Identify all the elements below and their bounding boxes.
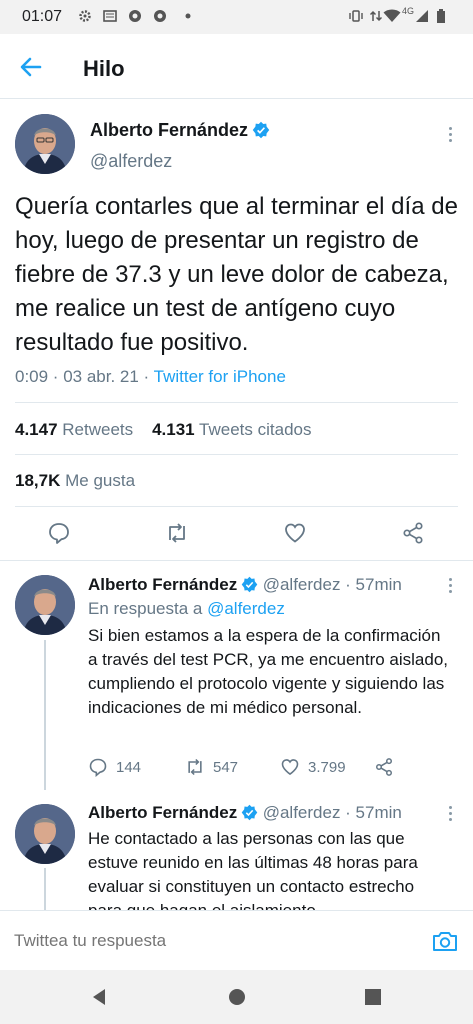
system-nav-bar — [0, 970, 473, 1024]
tweet-text: Quería contarles que al terminar el día … — [15, 193, 458, 356]
camera-icon[interactable] — [432, 929, 458, 953]
reply-bar — [0, 910, 473, 971]
author-handle: @alferdez — [90, 151, 173, 171]
reply-author-handle: @alferdez · 57min — [262, 575, 402, 594]
retweets-stat[interactable]: 4.147 Retweets — [15, 420, 133, 439]
back-arrow-icon[interactable] — [18, 54, 46, 80]
nav-recents-icon[interactable] — [364, 988, 382, 1006]
reply-header[interactable]: Alberto Fernández @alferdez · 57min — [88, 575, 402, 595]
reply-action[interactable]: 144 — [88, 757, 141, 777]
divider — [15, 402, 458, 403]
vibrate-icon — [349, 10, 363, 22]
like-action[interactable]: 3.799 — [280, 757, 346, 777]
reply-author-name: Alberto Fernández — [88, 575, 238, 594]
retweet-action[interactable]: 547 — [185, 757, 238, 777]
in-reply-to-label: En respuesta a — [88, 599, 208, 618]
retweet-icon — [188, 758, 202, 776]
reply-author-handle: @alferdez · 57min — [262, 803, 402, 822]
more-options-icon[interactable] — [449, 806, 453, 824]
verified-badge-icon — [241, 804, 258, 821]
gear-icon — [79, 10, 91, 22]
main-tweet-author[interactable]: Alberto Fernández — [90, 120, 270, 141]
quotes-stat[interactable]: 4.131 Tweets citados — [152, 420, 311, 439]
likes-label: Me gusta — [65, 471, 136, 490]
reply-icon — [89, 758, 107, 777]
tweet-timestamp: 0:09 · 03 abr. 21 · — [15, 367, 154, 386]
avatar[interactable] — [15, 114, 75, 174]
likes-stat[interactable]: 18,7K Me gusta — [15, 471, 135, 491]
reply-header[interactable]: Alberto Fernández @alferdez · 57min — [88, 803, 402, 823]
avatar-photo — [15, 114, 75, 174]
chrome-icon — [129, 10, 141, 22]
wifi-icon — [383, 9, 401, 22]
reply-text: Si bien estamos a la espera de la confir… — [88, 626, 449, 717]
quotes-count: 4.131 — [152, 420, 195, 439]
quotes-label: Tweets citados — [199, 420, 312, 439]
avatar[interactable] — [15, 575, 75, 635]
more-options-icon[interactable] — [449, 578, 453, 596]
avatar-photo — [15, 575, 75, 635]
divider — [0, 560, 473, 561]
signal-icon — [416, 10, 428, 22]
retweets-count: 4.147 — [15, 420, 58, 439]
network-type: 4G — [402, 6, 415, 16]
like-count: 3.799 — [308, 758, 346, 776]
top-bar: Hilo — [0, 34, 473, 99]
reply-icon[interactable] — [47, 521, 71, 545]
retweets-label: Retweets — [62, 420, 134, 439]
reply-author-name: Alberto Fernández — [88, 803, 238, 822]
tweet-source-link[interactable]: Twitter for iPhone — [154, 367, 286, 386]
page-title: Hilo — [83, 56, 125, 81]
news-icon — [103, 10, 117, 22]
avatar-photo — [15, 804, 75, 864]
author-name: Alberto Fernández — [90, 120, 249, 140]
reply-text: He contactado a las personas con las que… — [88, 829, 418, 910]
dot-icon — [185, 13, 191, 19]
retweet-count: 547 — [213, 758, 239, 776]
retweet-icon[interactable] — [165, 521, 189, 545]
thread-line — [44, 868, 46, 910]
stats-row: 4.147 Retweets 4.131 Tweets citados — [15, 420, 311, 440]
reply-text-clip: He contactado a las personas con las que… — [88, 827, 458, 910]
likes-count: 18,7K — [15, 471, 61, 490]
share-icon[interactable] — [374, 757, 394, 777]
verified-badge-icon — [252, 121, 270, 139]
reply-input[interactable] — [14, 931, 394, 951]
nav-home-icon[interactable] — [228, 988, 246, 1006]
like-heart-icon[interactable] — [283, 521, 307, 545]
tweet-meta: 0:09 · 03 abr. 21 · Twitter for iPhone — [15, 367, 286, 387]
more-options-icon[interactable] — [449, 127, 453, 145]
avatar[interactable] — [15, 804, 75, 864]
battery-icon — [437, 9, 445, 23]
like-heart-icon — [281, 759, 299, 776]
share-icon[interactable] — [401, 521, 425, 545]
status-bar: 01:07 4G — [0, 0, 473, 34]
in-reply-to: En respuesta a @alferdez — [88, 599, 285, 619]
divider — [15, 454, 458, 455]
reply-count: 144 — [116, 758, 142, 776]
verified-badge-icon — [241, 576, 258, 593]
data-arrows-icon — [369, 10, 383, 22]
nav-back-icon[interactable] — [90, 988, 108, 1006]
chrome-icon — [154, 10, 166, 22]
status-time: 01:07 — [22, 8, 63, 25]
divider — [15, 506, 458, 507]
in-reply-to-link[interactable]: @alferdez — [207, 599, 285, 618]
thread-line — [44, 640, 46, 790]
